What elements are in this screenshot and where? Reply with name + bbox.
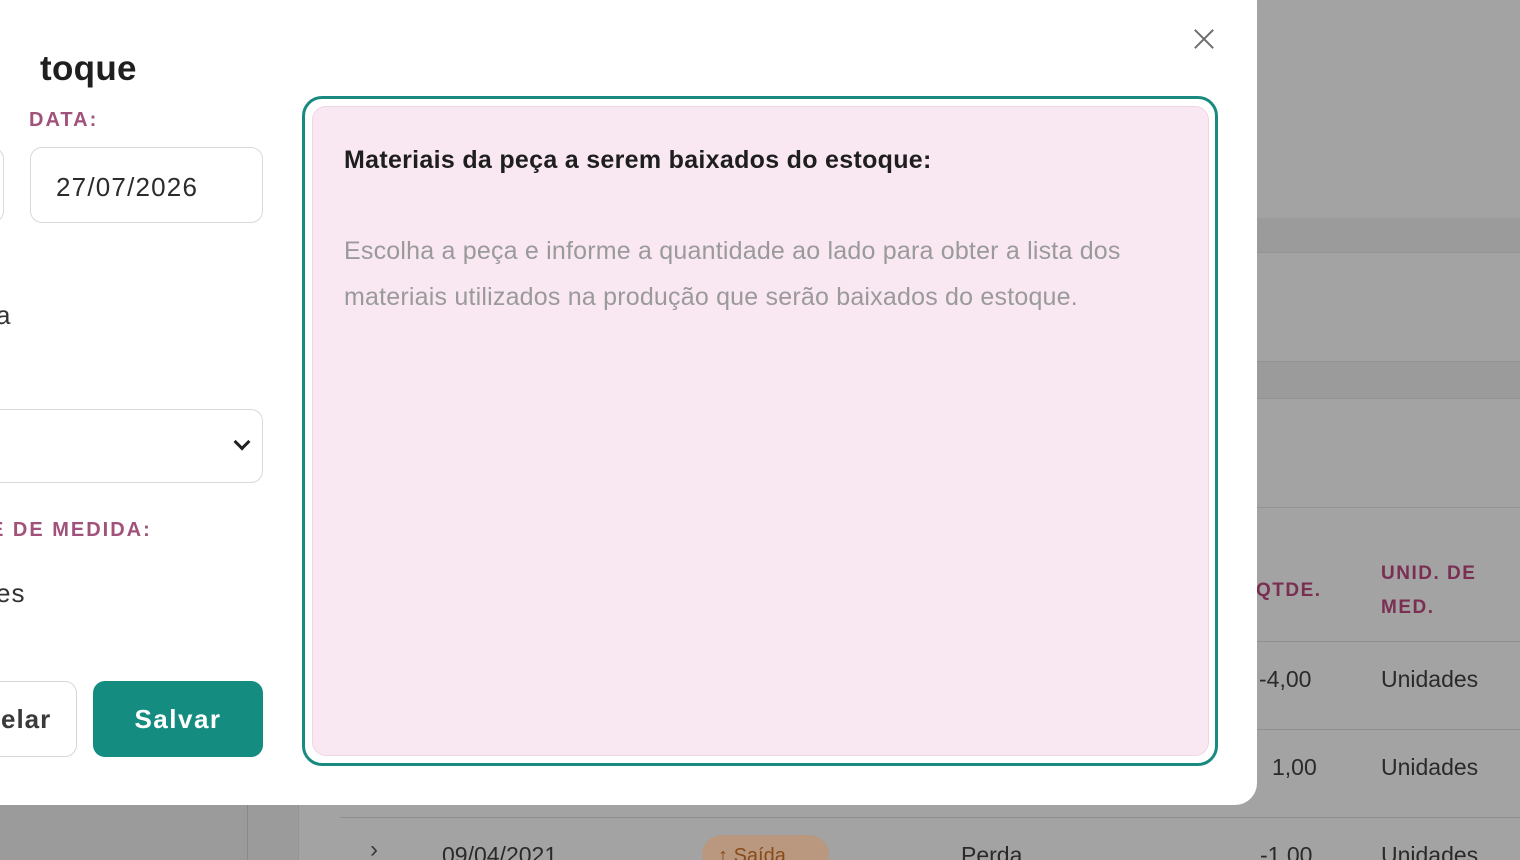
partial-input-field[interactable] — [0, 147, 4, 223]
partial-text: a — [0, 300, 11, 330]
save-button[interactable]: Salvar — [93, 681, 263, 757]
background-summary-bar — [1256, 398, 1520, 508]
unit-label: E DE MEDIDA: — [0, 519, 152, 541]
materials-panel — [312, 106, 1209, 756]
close-icon[interactable] — [1190, 25, 1218, 53]
materials-panel-title: Materiais da peça a serem baixados do es… — [344, 146, 932, 174]
materials-panel-description: Escolha a peça e informe a quantidade ao… — [344, 237, 1121, 311]
part-select[interactable] — [0, 409, 263, 483]
chevron-right-icon[interactable]: › — [370, 836, 378, 860]
background-filter-bar — [1256, 252, 1520, 362]
arrow-up-icon: ↑ — [718, 845, 728, 860]
table-header-qtde: QTDE. — [1256, 580, 1322, 601]
cancel-button[interactable]: elar — [0, 681, 77, 757]
status-badge: ↑ Saída — [702, 835, 829, 860]
table-header-unid: UNID. DE MED. — [1381, 563, 1477, 618]
unit-value: es — [0, 578, 26, 608]
table-cell-unid: Unidades — [1381, 666, 1479, 692]
table-cell-date: 09/04/2021 — [442, 842, 558, 860]
table-cell-unid: Unidades — [1381, 842, 1479, 860]
badge-label: Saída — [733, 845, 786, 860]
table-cell-motivo: Perda — [961, 842, 1023, 860]
date-label: DATA: — [29, 109, 99, 131]
date-field[interactable]: 27/07/2026 — [30, 147, 263, 223]
background-card — [1256, 0, 1520, 218]
table-cell-qtde: -4,00 — [1259, 666, 1312, 692]
background-divider — [247, 800, 248, 860]
table-cell-qtde: -1,00 — [1260, 842, 1313, 860]
table-row-divider — [340, 817, 1520, 818]
modal-title: toque — [40, 49, 137, 88]
chevron-down-icon — [233, 433, 251, 451]
table-cell-qtde: 1,00 — [1272, 754, 1317, 780]
table-cell-unid: Unidades — [1381, 754, 1479, 780]
